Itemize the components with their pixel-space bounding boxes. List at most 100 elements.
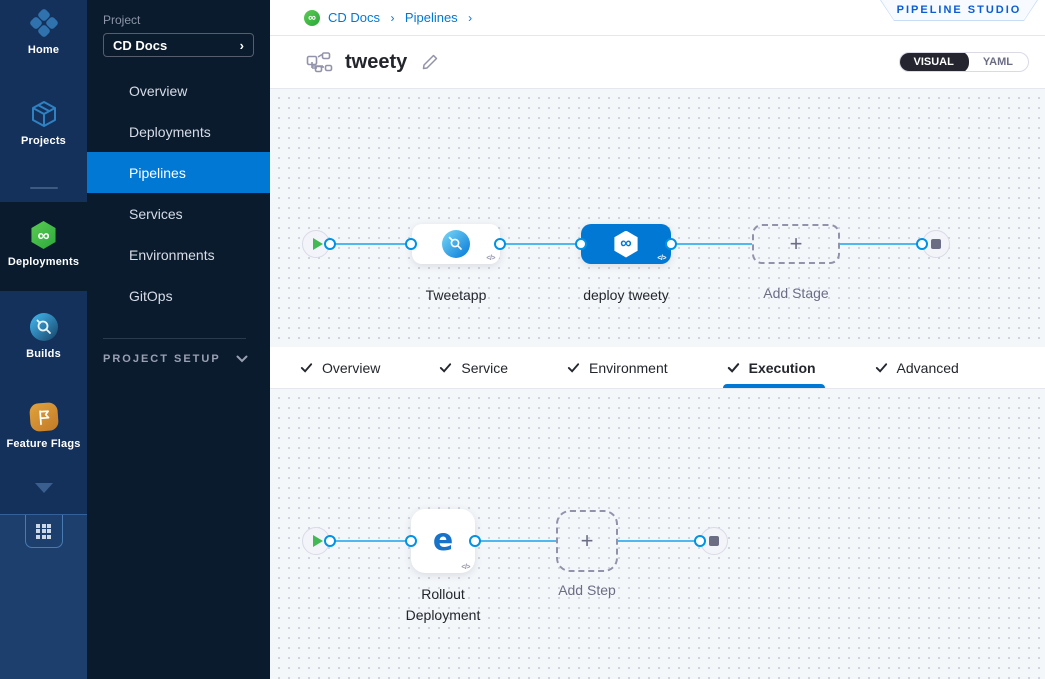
project-selector[interactable]: CD Docs › [103,33,254,57]
breadcrumb-link-pipelines[interactable]: Pipelines [405,10,458,25]
breadcrumb-link-project[interactable]: CD Docs [328,10,380,25]
tab-service[interactable]: Service [438,347,508,388]
pipeline-icon [306,52,333,73]
cd-module-icon: ∞ [304,10,320,26]
rail-item-home[interactable]: Home [0,0,87,56]
builds-icon [30,313,58,341]
connector-port[interactable] [916,238,928,250]
add-step-button[interactable]: + [556,510,618,572]
stage-config-tabs: Overview Service Environment Execution A… [270,347,1045,389]
execution-canvas[interactable]: e </> + Rollout Deployment Add Step [270,389,1045,679]
plus-icon: + [790,231,803,257]
rail-label: Home [28,44,59,56]
edge-connector [475,540,557,542]
sidebar-item-services[interactable]: Services [87,193,270,234]
tab-execution[interactable]: Execution [726,347,816,388]
rail-item-deployments[interactable]: ∞ Deployments [0,202,87,291]
tab-label: Overview [322,360,380,376]
check-icon [438,360,453,375]
play-icon [313,238,323,250]
rail-label: Builds [26,348,61,360]
connector-port[interactable] [494,238,506,250]
rail-label: Projects [21,135,66,147]
tab-label: Execution [749,360,816,376]
edge-connector [500,243,581,245]
sidebar-item-deployments[interactable]: Deployments [87,111,270,152]
rail-label: Deployments [8,256,79,268]
connector-port[interactable] [405,238,417,250]
yaml-toggle-option[interactable]: YAML [968,52,1028,72]
chevron-right-icon: › [240,38,244,53]
edge-connector [840,243,922,245]
connector-port[interactable] [575,238,587,250]
connector-port[interactable] [324,535,336,547]
code-badge: </> [657,255,666,262]
check-icon [299,360,314,375]
feature-flags-icon [29,402,59,432]
check-icon [874,360,889,375]
pipeline-studio-label: PIPELINE STUDIO [897,4,1022,16]
deploy-stage-icon [442,230,470,258]
sidebar-item-label: Services [129,206,183,222]
project-selector-value: CD Docs [113,38,167,53]
breadcrumb-separator: › [390,11,394,25]
connector-port[interactable] [324,238,336,250]
home-icon [30,9,58,37]
tab-label: Service [461,360,508,376]
check-icon [726,360,741,375]
chevron-down-icon [236,355,248,363]
stop-icon [931,239,941,249]
play-icon [313,535,323,547]
check-icon [566,360,581,375]
edge-connector [618,540,701,542]
rail-more-chevron-icon[interactable] [35,483,53,493]
rail-bottom-panel [0,514,87,679]
rail-item-builds[interactable]: Builds [0,313,87,360]
breadcrumb-links: CD Docs › Pipelines › [328,9,478,27]
tab-environment[interactable]: Environment [566,347,668,388]
sidebar-item-label: Deployments [129,124,211,140]
grid-icon [36,524,51,539]
plus-icon: + [581,528,594,554]
visual-toggle-option[interactable]: VISUAL [899,52,969,72]
connector-port[interactable] [469,535,481,547]
pipeline-title-bar: tweety VISUAL YAML [270,36,1045,89]
cd-stage-icon: ∞ [613,231,640,258]
rail-item-projects[interactable]: Projects [0,100,87,147]
module-rail: Home Projects ∞ Deployments Builds [0,0,87,679]
sidebar-divider [103,338,246,339]
rollout-deployment-icon: e [433,526,453,556]
connector-port[interactable] [665,238,677,250]
project-setup-toggle[interactable]: PROJECT SETUP [87,353,270,365]
tab-overview[interactable]: Overview [299,347,380,388]
rail-label: Feature Flags [6,438,80,450]
pipeline-name: tweety [345,51,407,74]
edit-pencil-icon[interactable] [421,53,439,71]
sidebar-item-environments[interactable]: Environments [87,234,270,275]
stage-label: deploy tweety [556,287,696,303]
step-node-rollout-deployment[interactable]: e </> [411,509,475,573]
sidebar-item-label: GitOps [129,288,173,304]
stage-node-deploy-tweety[interactable]: ∞ </> [581,224,671,264]
tab-label: Advanced [897,360,959,376]
edge-connector [671,243,752,245]
stage-node-tweetapp[interactable]: </> [412,224,500,264]
sidebar-item-pipelines[interactable]: Pipelines [87,152,270,193]
visual-yaml-toggle[interactable]: VISUAL YAML [899,52,1030,72]
stage-canvas[interactable]: </> ∞ </> + Tweetapp deploy tweety Add S… [270,89,1045,347]
sidebar-nav: Overview Deployments Pipelines Services … [87,70,270,316]
sidebar-item-gitops[interactable]: GitOps [87,275,270,316]
tab-advanced[interactable]: Advanced [874,347,959,388]
connector-port[interactable] [405,535,417,547]
connector-port[interactable] [694,535,706,547]
sidebar-item-overview[interactable]: Overview [87,70,270,111]
code-badge: </> [461,564,470,571]
sidebar-item-label: Pipelines [129,165,186,181]
stop-icon [709,536,719,546]
add-stage-button[interactable]: + [752,224,840,264]
add-stage-label: Add Stage [726,285,866,301]
module-switcher-button[interactable] [25,515,63,548]
project-label: Project [103,13,270,27]
infinity-glyph: ∞ [620,236,631,252]
rail-item-feature-flags[interactable]: Feature Flags [0,403,87,450]
